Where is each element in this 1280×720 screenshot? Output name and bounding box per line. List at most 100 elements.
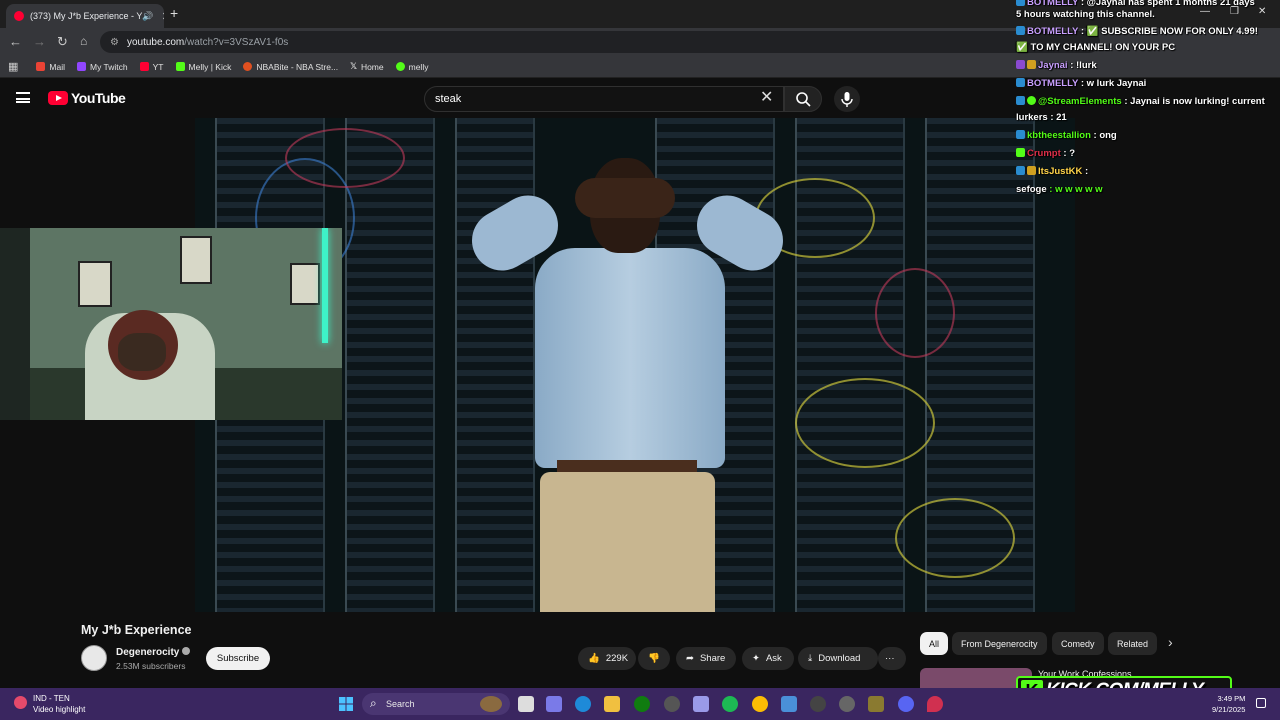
youtube-logo[interactable]: YouTube bbox=[48, 90, 126, 106]
bookmark-nbabite[interactable]: NBABite - NBA Stre... bbox=[243, 62, 338, 72]
person-belt bbox=[557, 460, 697, 472]
chat-message: ✅ TO MY CHANNEL! ON YOUR PC bbox=[1016, 42, 1176, 53]
bookmark-mail[interactable]: Mail bbox=[36, 62, 65, 72]
share-arrow-icon: ➦ bbox=[686, 653, 694, 664]
chat-message: BOTMELLY : @Jaynai has spent 1 months 21… bbox=[1016, 0, 1255, 8]
windows-start-icon[interactable] bbox=[338, 696, 354, 712]
chat-message: sefoge : w w w w w bbox=[1016, 184, 1103, 195]
subscribe-button[interactable]: Subscribe bbox=[206, 647, 270, 670]
bookmark-melly[interactable]: melly bbox=[395, 62, 428, 72]
bookmark-melly-kick[interactable]: Melly | Kick bbox=[175, 62, 231, 72]
webcam-door bbox=[0, 228, 30, 420]
task-view-icon[interactable] bbox=[518, 696, 534, 712]
speaker-icon[interactable]: 🔊 bbox=[142, 11, 153, 22]
notification-bell-icon[interactable] bbox=[1256, 698, 1266, 708]
bookmark-my-twitch[interactable]: My Twitch bbox=[77, 62, 128, 72]
chip-related[interactable]: Related bbox=[1108, 632, 1158, 655]
badge-icon bbox=[1016, 166, 1025, 175]
more-actions-button[interactable]: ··· bbox=[878, 647, 906, 670]
hamburger-menu-icon[interactable] bbox=[16, 92, 30, 103]
badge-icon bbox=[1016, 26, 1025, 35]
chip-all[interactable]: All bbox=[920, 632, 949, 655]
chip-comedy[interactable]: Comedy bbox=[1052, 632, 1104, 655]
verified-check-icon bbox=[182, 647, 191, 655]
badge-icon bbox=[1016, 130, 1025, 139]
chrome-icon[interactable] bbox=[752, 696, 768, 712]
person-shirt bbox=[535, 248, 725, 468]
thumbs-down-icon: 👎 bbox=[648, 653, 660, 664]
badge-icon bbox=[1027, 96, 1036, 105]
edge-icon[interactable] bbox=[575, 696, 591, 712]
chat-message: lurkers : 21 bbox=[1016, 112, 1067, 123]
reload-icon[interactable]: ↻ bbox=[57, 34, 68, 50]
store-icon[interactable] bbox=[693, 696, 709, 712]
badge-icon bbox=[1016, 0, 1025, 6]
home-icon[interactable]: ⌂ bbox=[80, 34, 87, 48]
bookmark-home[interactable]: 𝕏 Home bbox=[350, 61, 384, 72]
bookmark-yt[interactable]: YT bbox=[139, 62, 164, 72]
badge-icon bbox=[1016, 96, 1025, 105]
search-input-value: steak bbox=[435, 93, 462, 105]
badge-icon bbox=[1016, 60, 1025, 69]
search-input[interactable]: steak bbox=[424, 86, 784, 112]
voice-search-button[interactable] bbox=[834, 86, 860, 112]
site-info-icon[interactable]: ⚙ bbox=[110, 37, 119, 48]
channel-name[interactable]: Degenerocity bbox=[116, 647, 191, 658]
app-icon[interactable] bbox=[868, 696, 884, 712]
copilot-icon[interactable] bbox=[546, 696, 562, 712]
webcam-poster bbox=[290, 263, 320, 305]
badge-icon bbox=[1027, 166, 1036, 175]
system-clock[interactable]: 3:49 PM 9/21/2025 bbox=[1212, 693, 1245, 715]
app-icon[interactable] bbox=[927, 696, 943, 712]
chat-message: BOTMELLY : ✅ SUBSCRIBE NOW FOR ONLY 4.99… bbox=[1016, 26, 1258, 37]
person-pants bbox=[540, 472, 715, 612]
youtube-favicon-icon bbox=[14, 11, 24, 21]
chat-message: BOTMELLY : w lurk Jaynai bbox=[1016, 78, 1146, 89]
cable bbox=[285, 128, 405, 188]
share-button[interactable]: ➦ Share bbox=[676, 647, 736, 670]
search-highlight-icon[interactable] bbox=[480, 696, 502, 712]
channel-avatar[interactable] bbox=[81, 645, 107, 671]
file-explorer-icon[interactable] bbox=[604, 696, 620, 712]
apps-grid-icon[interactable]: ▦ bbox=[8, 60, 18, 73]
cable bbox=[795, 378, 935, 468]
badge-icon bbox=[1016, 78, 1025, 87]
webcam-led-strip bbox=[322, 228, 328, 343]
kick-chat-overlay: — ❐ ✕ BOTMELLY : @Jaynai has spent 1 mon… bbox=[1012, 0, 1280, 200]
back-arrow-icon[interactable]: ← bbox=[9, 34, 22, 49]
search-button[interactable] bbox=[784, 86, 822, 112]
browser-tab-active[interactable]: (373) My J*b Experience - Y 🔊 ✕ bbox=[6, 4, 164, 28]
new-tab-plus-icon[interactable]: + bbox=[170, 5, 178, 21]
chip-from-degenerocity[interactable]: From Degenerocity bbox=[952, 632, 1047, 655]
url-host: youtube.com bbox=[126, 36, 185, 48]
download-button[interactable]: ⤓ Download bbox=[798, 647, 878, 670]
server-rack bbox=[345, 118, 435, 612]
forward-arrow-icon[interactable]: → bbox=[33, 34, 46, 49]
kick-icon bbox=[175, 62, 185, 71]
url-path: /watch?v=3VSzAV1-f0s bbox=[184, 36, 289, 48]
ask-button[interactable]: ✦ Ask bbox=[742, 647, 794, 670]
search-icon bbox=[796, 92, 811, 107]
like-button[interactable]: 👍 229K bbox=[578, 647, 636, 670]
spotify-icon[interactable] bbox=[722, 696, 738, 712]
xbox-icon[interactable] bbox=[634, 696, 650, 712]
close-tab-icon[interactable]: ✕ bbox=[162, 10, 164, 23]
sports-icon bbox=[14, 696, 27, 709]
dislike-button[interactable]: 👎 bbox=[638, 647, 670, 670]
clear-search-icon[interactable]: ✕ bbox=[760, 90, 773, 106]
sparkle-icon: ✦ bbox=[752, 653, 760, 664]
close-window-icon[interactable]: ✕ bbox=[1258, 6, 1266, 17]
steam-icon[interactable] bbox=[664, 696, 680, 712]
obs-icon[interactable] bbox=[810, 696, 826, 712]
chat-message: ItsJustKK : bbox=[1016, 166, 1088, 177]
webcam-overlay bbox=[0, 228, 342, 420]
discord-icon[interactable] bbox=[898, 696, 914, 712]
subscriber-count: 2.53M subscribers bbox=[116, 661, 186, 671]
chips-next-chevron-icon[interactable]: › bbox=[1168, 634, 1173, 650]
address-bar[interactable]: ⚙ youtube.com/watch?v=3VSzAV1-f0s bbox=[100, 31, 1100, 53]
weather-widget[interactable]: IND - TEN Video highlight bbox=[14, 693, 85, 715]
app-icon[interactable] bbox=[839, 696, 855, 712]
app-icon[interactable] bbox=[781, 696, 797, 712]
person-hands bbox=[575, 178, 675, 218]
microphone-icon bbox=[841, 92, 853, 107]
